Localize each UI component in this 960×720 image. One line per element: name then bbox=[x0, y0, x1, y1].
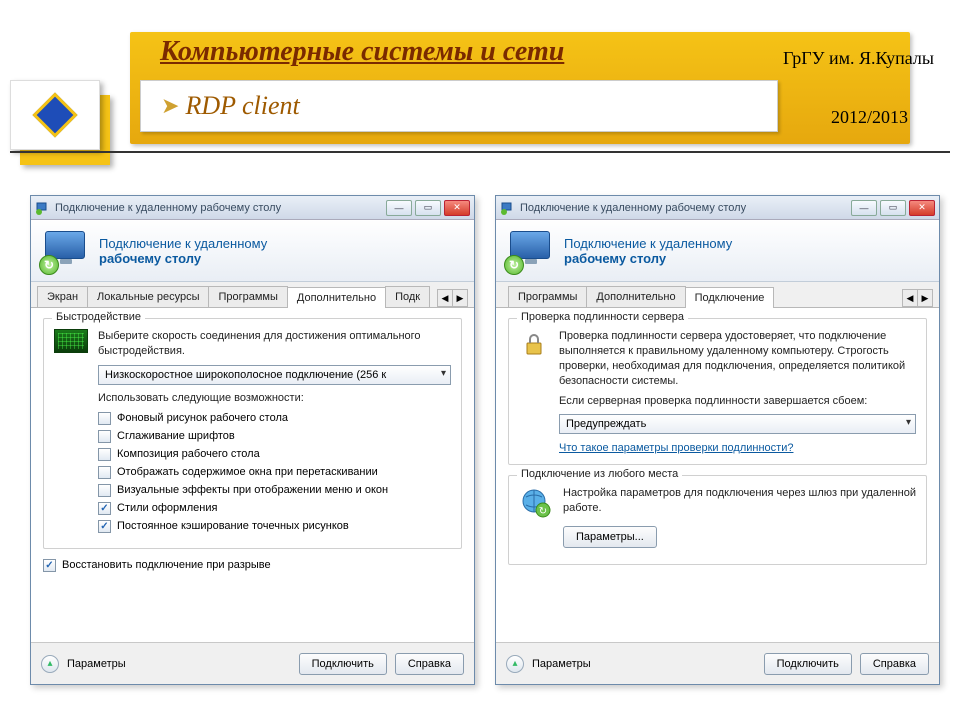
window-title: Подключение к удаленному рабочему столу bbox=[520, 202, 746, 214]
rdp-icon: ↻ bbox=[508, 229, 552, 273]
window-title: Подключение к удаленному рабочему столу bbox=[55, 202, 281, 214]
checkbox-label: Визуальные эффекты при отображении меню … bbox=[117, 484, 388, 496]
checkbox-icon bbox=[98, 430, 111, 443]
help-button[interactable]: Справка bbox=[395, 653, 464, 675]
perf-checkbox[interactable]: Визуальные эффекты при отображении меню … bbox=[98, 484, 451, 497]
footer-options-label[interactable]: Параметры bbox=[67, 658, 126, 670]
checkbox-label: Постоянное кэширование точечных рисунков bbox=[117, 520, 349, 532]
connect-button[interactable]: Подключить bbox=[299, 653, 387, 675]
collapse-icon[interactable]: ▴ bbox=[41, 655, 59, 673]
slide-subtitle: RDP client bbox=[185, 91, 299, 121]
divider bbox=[10, 151, 950, 153]
maximize-button[interactable]: ▭ bbox=[880, 200, 906, 216]
banner-line1: Подключение к удаленному bbox=[564, 236, 732, 251]
minimize-button[interactable]: — bbox=[851, 200, 877, 216]
performance-desc: Выберите скорость соединения для достиже… bbox=[98, 329, 451, 359]
banner-line1: Подключение к удаленному bbox=[99, 236, 267, 251]
checkbox-icon bbox=[98, 412, 111, 425]
performance-group-label: Быстродействие bbox=[52, 311, 145, 323]
reconnect-label: Восстановить подключение при разрыве bbox=[62, 559, 271, 571]
checkbox-label: Сглаживание шрифтов bbox=[117, 430, 235, 442]
svg-text:↻: ↻ bbox=[539, 506, 547, 517]
slide-title: Компьютерные системы и сети bbox=[160, 36, 564, 68]
gateway-label: Подключение из любого места bbox=[517, 468, 682, 480]
server-auth-group: Проверка подлинности сервера Проверка по… bbox=[508, 318, 927, 465]
globe-icon: ↻ bbox=[519, 486, 553, 520]
auth-fail-label: Если серверная проверка подлинности заве… bbox=[559, 394, 916, 409]
dialog-banner: ↻ Подключение к удаленному рабочему стол… bbox=[496, 220, 939, 282]
app-icon bbox=[500, 201, 514, 215]
title-bar[interactable]: Подключение к удаленному рабочему столу … bbox=[31, 196, 474, 220]
checkbox-icon bbox=[98, 466, 111, 479]
tab-programs[interactable]: Программы bbox=[208, 286, 287, 307]
help-button[interactable]: Справка bbox=[860, 653, 929, 675]
use-following-label: Использовать следующие возможности: bbox=[98, 391, 451, 406]
chevron-icon: ➤ bbox=[161, 93, 179, 119]
tab-display[interactable]: Экран bbox=[37, 286, 88, 307]
auth-help-link[interactable]: Что такое параметры проверки подлинности… bbox=[559, 442, 793, 454]
server-auth-label: Проверка подлинности сервера bbox=[517, 311, 688, 323]
tabs: Экран Локальные ресурсы Программы Дополн… bbox=[31, 282, 474, 308]
connect-button[interactable]: Подключить bbox=[764, 653, 852, 675]
checkbox-label: Фоновый рисунок рабочего стола bbox=[117, 412, 288, 424]
connection-speed-select[interactable]: Низкоскоростное широкополосное подключен… bbox=[98, 365, 451, 385]
tabs-scroll-left[interactable]: ◀ bbox=[902, 289, 918, 307]
checkbox-label: Стили оформления bbox=[117, 502, 217, 514]
checkbox-label: Отображать содержимое окна при перетаски… bbox=[117, 466, 378, 478]
perf-checkbox[interactable]: Отображать содержимое окна при перетаски… bbox=[98, 466, 451, 479]
title-bar[interactable]: Подключение к удаленному рабочему столу … bbox=[496, 196, 939, 220]
rdp-dialog-connection: Подключение к удаленному рабочему столу … bbox=[495, 195, 940, 685]
tabs-scroll-left[interactable]: ◀ bbox=[437, 289, 453, 307]
gateway-desc: Настройка параметров для подключения чер… bbox=[563, 486, 916, 516]
gateway-group: Подключение из любого места ↻ Настройка … bbox=[508, 475, 927, 565]
minimize-button[interactable]: — bbox=[386, 200, 412, 216]
tabs: Программы Дополнительно Подключение ◀ ▶ bbox=[496, 282, 939, 308]
perf-checkbox[interactable]: Сглаживание шрифтов bbox=[98, 430, 451, 443]
lock-icon bbox=[519, 329, 549, 359]
rdp-icon: ↻ bbox=[43, 229, 87, 273]
footer-options-label[interactable]: Параметры bbox=[532, 658, 591, 670]
tab-advanced[interactable]: Дополнительно bbox=[586, 286, 685, 307]
checkbox-icon: ✓ bbox=[98, 502, 111, 515]
auth-action-select[interactable]: Предупреждать bbox=[559, 414, 916, 434]
tab-connection[interactable]: Подключение bbox=[685, 287, 775, 308]
academic-year: 2012/2013 bbox=[831, 107, 908, 128]
tabs-scroll-right[interactable]: ▶ bbox=[917, 289, 933, 307]
university-logo bbox=[10, 80, 100, 150]
perf-checkbox[interactable]: ✓ Постоянное кэширование точечных рисунко… bbox=[98, 520, 451, 533]
close-button[interactable]: ✕ bbox=[444, 200, 470, 216]
performance-icon bbox=[54, 329, 88, 353]
tab-programs[interactable]: Программы bbox=[508, 286, 587, 307]
collapse-icon[interactable]: ▴ bbox=[506, 655, 524, 673]
tab-advanced[interactable]: Дополнительно bbox=[287, 287, 386, 308]
performance-group: Быстродействие Выберите скорость соедине… bbox=[43, 318, 462, 549]
banner-line2: рабочему столу bbox=[564, 251, 732, 266]
tab-local-resources[interactable]: Локальные ресурсы bbox=[87, 286, 209, 307]
banner-line2: рабочему столу bbox=[99, 251, 267, 266]
dialog-banner: ↻ Подключение к удаленному рабочему стол… bbox=[31, 220, 474, 282]
university-label: ГрГУ им. Я.Купалы bbox=[783, 48, 934, 69]
gateway-settings-button[interactable]: Параметры... bbox=[563, 526, 657, 548]
rdp-dialog-advanced: Подключение к удаленному рабочему столу … bbox=[30, 195, 475, 685]
checkbox-icon bbox=[98, 484, 111, 497]
checkbox-icon: ✓ bbox=[98, 520, 111, 533]
tab-connection-partial[interactable]: Подк bbox=[385, 286, 430, 307]
reconnect-checkbox[interactable]: ✓ Восстановить подключение при разрыве bbox=[43, 559, 462, 572]
slide-subtitle-box: ➤ RDP client bbox=[140, 80, 778, 132]
perf-checkbox[interactable]: ✓ Стили оформления bbox=[98, 502, 451, 515]
close-button[interactable]: ✕ bbox=[909, 200, 935, 216]
perf-checkbox[interactable]: Композиция рабочего стола bbox=[98, 448, 451, 461]
maximize-button[interactable]: ▭ bbox=[415, 200, 441, 216]
app-icon bbox=[35, 201, 49, 215]
checkbox-label: Композиция рабочего стола bbox=[117, 448, 260, 460]
perf-checkbox[interactable]: Фоновый рисунок рабочего стола bbox=[98, 412, 451, 425]
tabs-scroll-right[interactable]: ▶ bbox=[452, 289, 468, 307]
checkbox-icon bbox=[98, 448, 111, 461]
server-auth-desc: Проверка подлинности сервера удостоверяе… bbox=[559, 329, 916, 388]
